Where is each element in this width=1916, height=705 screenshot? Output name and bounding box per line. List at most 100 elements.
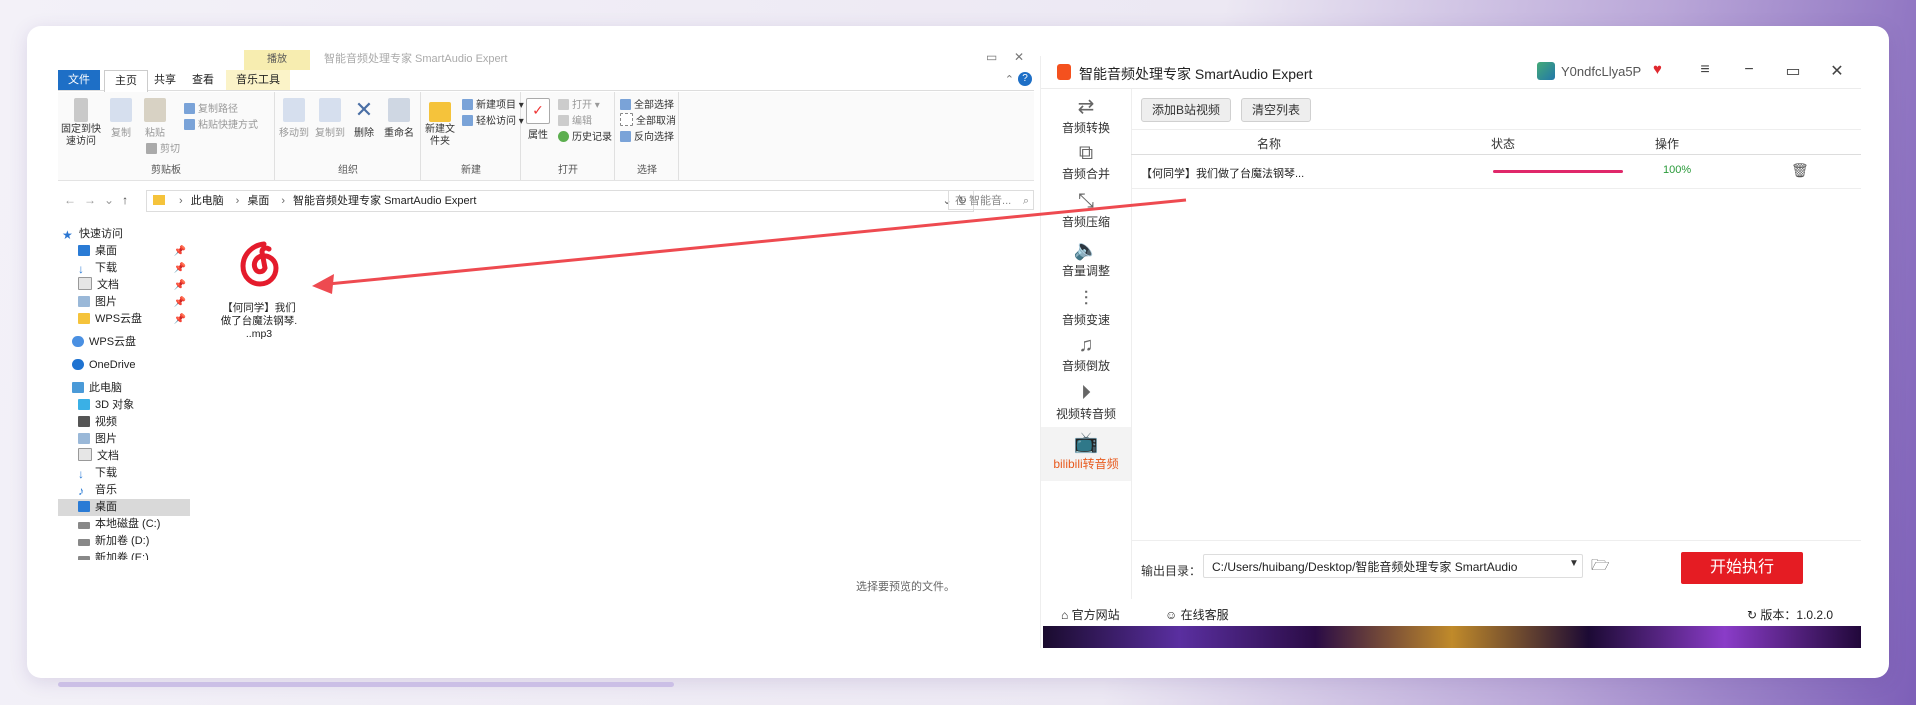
- nav-onedrive[interactable]: OneDrive: [58, 357, 190, 374]
- open-icon: [558, 99, 569, 110]
- nav-downloads[interactable]: ↓ 下载: [58, 465, 190, 482]
- new-item-icon: [462, 99, 473, 110]
- netease-music-icon: [233, 238, 285, 290]
- nav-quick-wps[interactable]: WPS云盘 📌: [58, 311, 190, 328]
- app-titlebar: 智能音频处理专家 SmartAudio Expert Y0ndfcLlya5P …: [1041, 56, 1861, 89]
- tab-share[interactable]: 共享: [144, 70, 186, 90]
- nav-wps-cloud[interactable]: WPS云盘: [58, 334, 190, 351]
- start-button[interactable]: 开始执行: [1681, 552, 1803, 584]
- sidebar-item-reverse[interactable]: ♫ 音频倒放: [1041, 333, 1131, 381]
- collapse-ribbon-icon[interactable]: ⌃: [1005, 73, 1014, 86]
- clear-list-button[interactable]: 清空列表: [1241, 98, 1312, 122]
- ad-banner[interactable]: [1043, 626, 1861, 648]
- breadcrumb-folder[interactable]: 智能音频处理专家 SmartAudio Expert: [293, 195, 476, 207]
- sidebar-item-audio-merge[interactable]: ⧉ 音频合并: [1041, 141, 1131, 189]
- breadcrumb-this-pc[interactable]: 此电脑: [191, 195, 224, 207]
- nav-music[interactable]: ♪ 音乐: [58, 482, 190, 499]
- maximize-icon[interactable]: ▭: [1783, 61, 1803, 81]
- home-icon: ⌂: [1061, 608, 1069, 622]
- cut-button[interactable]: 剪切: [146, 140, 180, 155]
- version-info[interactable]: ↻ 版本：1.0.2.0: [1747, 606, 1833, 623]
- nav-quick-desktop[interactable]: 桌面 📌: [58, 243, 190, 260]
- new-folder-icon: [429, 102, 451, 122]
- nav-quick-downloads[interactable]: ↓ 下载 📌: [58, 260, 190, 277]
- invert-selection-button[interactable]: 反向选择: [620, 128, 674, 143]
- delete-button[interactable]: ✕ 删除: [350, 98, 378, 140]
- history-button[interactable]: 历史记录: [558, 128, 612, 143]
- speaker-icon: 🔈: [1073, 239, 1099, 261]
- sidebar-item-speed[interactable]: ⫶ 音频变速: [1041, 287, 1131, 335]
- menu-icon[interactable]: ≡: [1695, 61, 1715, 79]
- edit-icon: [558, 115, 569, 126]
- nav-pictures[interactable]: 图片: [58, 431, 190, 448]
- avatar[interactable]: [1537, 62, 1555, 80]
- explorer-window-title: 智能音频处理专家 SmartAudio Expert: [324, 53, 508, 65]
- file-explorer-window: 播放 智能音频处理专家 SmartAudio Expert ▭ ✕ 文件 主页 …: [58, 50, 1034, 650]
- help-icon[interactable]: ?: [1018, 72, 1032, 86]
- sidebar-item-volume[interactable]: 🔈 音量调整: [1041, 238, 1131, 286]
- tab-view[interactable]: 查看: [182, 70, 224, 90]
- nav-documents[interactable]: 文档: [58, 448, 190, 465]
- trash-icon[interactable]: 🗑: [1791, 162, 1809, 179]
- table-row[interactable]: 【何同学】我们做了台魔法钢琴... 100% 🗑: [1131, 156, 1861, 189]
- chevron-down-icon[interactable]: ▼: [1569, 558, 1579, 569]
- vip-heart-icon[interactable]: ♥: [1653, 61, 1662, 78]
- smartaudio-window: 智能音频处理专家 SmartAudio Expert Y0ndfcLlya5P …: [1040, 56, 1861, 648]
- nav-drive-c[interactable]: 本地磁盘 (C:): [58, 516, 190, 533]
- add-bilibili-video-button[interactable]: 添加B站视频: [1141, 98, 1232, 122]
- drive-icon: [78, 556, 90, 560]
- ribbon-group-clipboard: 固定到快速访问 复制 粘贴 复制路径 粘贴快捷方式 剪切 剪贴板: [58, 92, 275, 180]
- official-site-link[interactable]: ⌂ 官方网站: [1061, 606, 1120, 623]
- nav-this-pc[interactable]: 此电脑: [58, 380, 190, 397]
- pin-icon: [74, 98, 88, 122]
- nav-drive-e[interactable]: 新加卷 (E:): [58, 550, 190, 560]
- nav-videos[interactable]: 视频: [58, 414, 190, 431]
- paste-shortcut-button[interactable]: 粘贴快捷方式: [184, 116, 258, 131]
- easy-access-button[interactable]: 轻松访问 ▾: [462, 112, 524, 127]
- copy-button[interactable]: 复制: [106, 98, 136, 139]
- move-to-icon: [283, 98, 305, 122]
- new-folder-button[interactable]: 新建文件夹: [424, 98, 456, 148]
- rename-button[interactable]: 重命名: [382, 98, 416, 139]
- move-to-button[interactable]: 移动到: [278, 98, 310, 139]
- open-folder-icon[interactable]: 🗁: [1591, 555, 1610, 580]
- copy-to-button[interactable]: 复制到: [314, 98, 346, 139]
- output-dir-select[interactable]: C:/Users/huibang/Desktop/智能音频处理专家 SmartA…: [1203, 554, 1583, 578]
- horizontal-scrollbar[interactable]: [58, 682, 674, 687]
- sidebar-item-bilibili[interactable]: 📺 bilibili转音频: [1041, 427, 1131, 481]
- nav-drive-d[interactable]: 新加卷 (D:): [58, 533, 190, 550]
- select-none-button[interactable]: 全部取消: [620, 112, 676, 127]
- nav-desktop[interactable]: 桌面: [58, 499, 190, 516]
- sidebar-item-video-to-audio[interactable]: ⏵ 视频转音频: [1041, 381, 1131, 429]
- mp3-file[interactable]: 【何同学】我们 做了台魔法钢琴. ..mp3: [220, 226, 298, 341]
- edit-button[interactable]: 编辑: [558, 112, 592, 127]
- quick-access-toolbar: 播放 智能音频处理专家 SmartAudio Expert ▭ ✕: [58, 50, 1034, 70]
- explorer-window-buttons[interactable]: ▭ ✕: [986, 50, 1024, 64]
- music-note-icon: ♪: [78, 484, 84, 498]
- support-link[interactable]: ☺ 在线客服: [1165, 606, 1229, 623]
- pin-quick-access-button[interactable]: 固定到快速访问: [60, 98, 102, 148]
- nav-quick-documents[interactable]: 文档 📌: [58, 277, 190, 294]
- nav-quick-access[interactable]: ★ 快速访问: [62, 226, 194, 243]
- breadcrumb-desktop[interactable]: 桌面: [247, 195, 269, 207]
- properties-button[interactable]: ✓ 属性: [524, 98, 552, 141]
- tab-file[interactable]: 文件: [58, 70, 100, 90]
- sidebar-item-audio-convert[interactable]: ⇄ 音频转换: [1041, 95, 1131, 143]
- minimize-icon[interactable]: −: [1739, 61, 1759, 79]
- tab-music-tools[interactable]: 音乐工具: [226, 70, 290, 90]
- select-all-button[interactable]: 全部选择: [620, 96, 674, 111]
- open-button[interactable]: 打开 ▾: [558, 96, 600, 111]
- nav-quick-pictures[interactable]: 图片 📌: [58, 294, 190, 311]
- search-input[interactable]: 在 智能音... ⌕: [948, 190, 1034, 210]
- username[interactable]: Y0ndfcLlya5P: [1561, 64, 1641, 79]
- new-item-button[interactable]: 新建项目 ▾: [462, 96, 524, 111]
- address-bar[interactable]: › 此电脑 › 桌面 › 智能音频处理专家 SmartAudio Expert ⌄ ↻: [146, 190, 974, 212]
- paste-button[interactable]: 粘贴: [140, 98, 170, 139]
- close-icon[interactable]: ✕: [1827, 61, 1847, 81]
- copy-path-button[interactable]: 复制路径: [184, 100, 238, 115]
- tab-home[interactable]: 主页: [104, 70, 148, 92]
- history-icon: [558, 131, 569, 142]
- sidebar-item-audio-compress[interactable]: ⤡ 音频压缩: [1041, 189, 1131, 237]
- nav-3d-objects[interactable]: 3D 对象: [58, 397, 190, 414]
- nav-arrows[interactable]: ←→⌄↑: [64, 193, 136, 207]
